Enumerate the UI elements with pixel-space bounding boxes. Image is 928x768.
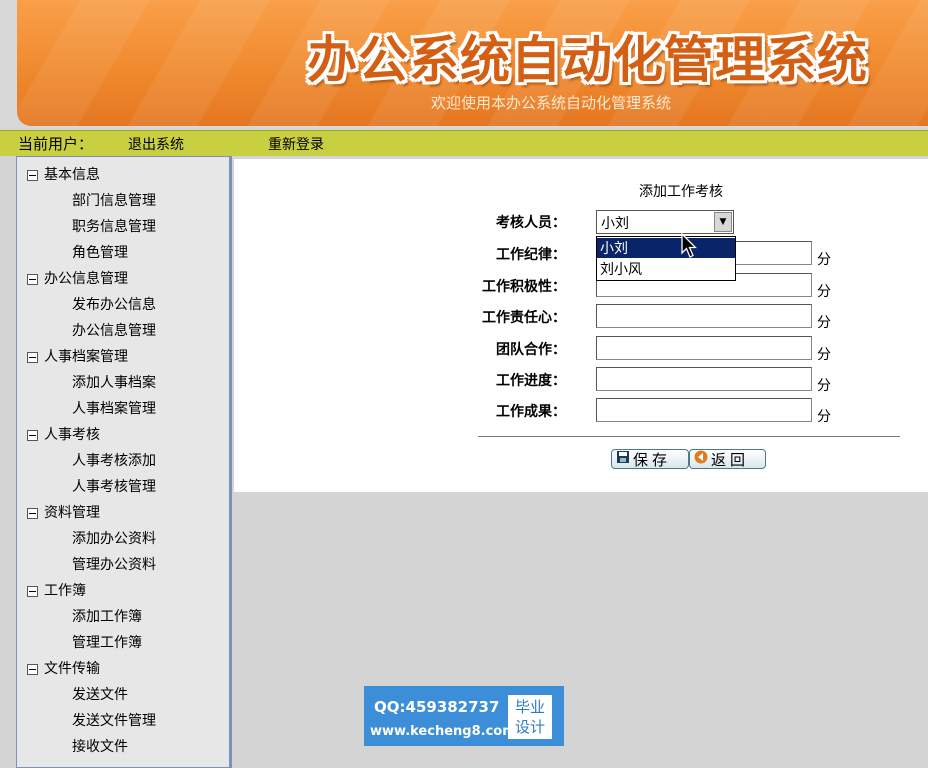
dropdown-option[interactable]: 刘小风 xyxy=(597,259,735,279)
nav-item-add-material[interactable]: 添加办公资料 xyxy=(72,528,156,548)
main-content: 添加工作考核 考核人员： 小刘 ▼ 工作纪律： 分 工作积极性： 分 工作责任心… xyxy=(234,159,928,492)
nav-item-role[interactable]: 角色管理 xyxy=(72,242,128,262)
badge-line-1: 毕业 xyxy=(514,698,545,716)
responsibility-score-input[interactable] xyxy=(596,304,812,328)
nav-group-workbook[interactable]: 工作簿 xyxy=(27,580,86,600)
nav-group-label: 办公信息管理 xyxy=(44,271,128,287)
reviewer-label: 考核人员： xyxy=(496,215,566,231)
nav-group-label: 工作簿 xyxy=(44,583,86,599)
collapse-minus-icon[interactable] xyxy=(27,429,38,441)
nav-group-file-transfer[interactable]: 文件传输 xyxy=(27,658,100,678)
form-divider xyxy=(478,436,900,438)
unit-label: 分 xyxy=(817,347,831,363)
teamwork-score-input[interactable] xyxy=(596,336,812,360)
nav-item-manage-review[interactable]: 人事考核管理 xyxy=(72,476,156,496)
mouse-pointer-icon xyxy=(681,233,697,258)
chevron-down-icon[interactable]: ▼ xyxy=(714,212,732,232)
nav-item-manage-info[interactable]: 办公信息管理 xyxy=(72,320,156,340)
nav-group-materials[interactable]: 资料管理 xyxy=(27,502,100,522)
form-title: 添加工作考核 xyxy=(639,184,723,200)
watermark-banner: QQ:459382737 www.kecheng8.com 毕业 设计 xyxy=(364,686,564,746)
nav-group-label: 人事档案管理 xyxy=(44,349,128,365)
floppy-disk-icon xyxy=(616,450,630,468)
collapse-minus-icon[interactable] xyxy=(27,351,38,363)
progress-score-input[interactable] xyxy=(596,367,812,391)
nav-group-label: 人事考核 xyxy=(44,427,100,443)
nav-group-label: 文件传输 xyxy=(44,661,100,677)
save-button-label: 保存 xyxy=(633,450,672,469)
nav-item-manage-material[interactable]: 管理办公资料 xyxy=(72,554,156,574)
badge-line-2: 设计 xyxy=(514,718,545,736)
watermark-badge: 毕业 设计 xyxy=(508,695,552,739)
nav-item-receive-file[interactable]: 接收文件 xyxy=(72,736,128,756)
nav-group-office-info[interactable]: 办公信息管理 xyxy=(27,268,128,288)
app-subtitle: 欢迎使用本办公系统自动化管理系统 xyxy=(431,94,672,112)
field-label-discipline: 工作纪律： xyxy=(496,247,566,263)
relogin-link[interactable]: 重新登录 xyxy=(268,134,324,154)
save-button[interactable]: 保存 xyxy=(611,449,689,469)
back-button[interactable]: 返回 xyxy=(689,449,766,469)
nav-item-send-file[interactable]: 发送文件 xyxy=(72,684,128,704)
field-label-results: 工作成果： xyxy=(496,404,566,420)
nav-item-department[interactable]: 部门信息管理 xyxy=(72,190,156,210)
watermark-url: www.kecheng8.com xyxy=(370,724,516,739)
nav-group-hr-review[interactable]: 人事考核 xyxy=(27,424,100,444)
nav-group-label: 基本信息 xyxy=(44,167,100,183)
nav-item-publish-info[interactable]: 发布办公信息 xyxy=(72,294,156,314)
nav-item-add-review[interactable]: 人事考核添加 xyxy=(72,450,156,470)
dropdown-option-selected[interactable]: 小刘 xyxy=(597,238,735,258)
nav-item-position[interactable]: 职务信息管理 xyxy=(72,216,156,236)
unit-label: 分 xyxy=(817,378,831,394)
logout-link[interactable]: 退出系统 xyxy=(128,134,184,154)
collapse-minus-icon[interactable] xyxy=(27,507,38,519)
banner-background: 办公系统自动化管理系统 欢迎使用本办公系统自动化管理系统 xyxy=(17,0,928,126)
back-arrow-icon xyxy=(694,450,708,468)
unit-label: 分 xyxy=(817,409,831,425)
nav-item-add-record[interactable]: 添加人事档案 xyxy=(72,372,156,392)
nav-item-add-workbook[interactable]: 添加工作簿 xyxy=(72,606,142,626)
unit-label: 分 xyxy=(817,284,831,300)
field-label-teamwork: 团队合作： xyxy=(496,342,566,358)
field-label-progress: 工作进度： xyxy=(496,373,566,389)
nav-group-hr-records[interactable]: 人事档案管理 xyxy=(27,346,128,366)
unit-label: 分 xyxy=(817,315,831,331)
reviewer-selected-value: 小刘 xyxy=(601,216,629,232)
nav-item-manage-sent-files[interactable]: 发送文件管理 xyxy=(72,710,156,730)
back-button-label: 返回 xyxy=(711,450,750,469)
collapse-minus-icon[interactable] xyxy=(27,585,38,597)
results-score-input[interactable] xyxy=(596,398,812,422)
nav-item-manage-workbook[interactable]: 管理工作簿 xyxy=(72,632,142,652)
app-title: 办公系统自动化管理系统 xyxy=(307,31,868,89)
header-banner: 办公系统自动化管理系统 欢迎使用本办公系统自动化管理系统 xyxy=(0,0,928,130)
current-user-label: 当前用户： xyxy=(18,135,94,153)
collapse-minus-icon[interactable] xyxy=(27,663,38,675)
nav-group-basic-info[interactable]: 基本信息 xyxy=(27,164,100,184)
sidebar-nav: 基本信息 部门信息管理 职务信息管理 角色管理 办公信息管理 发布办公信息 办公… xyxy=(16,156,232,768)
collapse-minus-icon[interactable] xyxy=(27,169,38,181)
field-label-initiative: 工作积极性： xyxy=(482,279,566,295)
unit-label: 分 xyxy=(817,252,831,268)
field-label-responsibility: 工作责任心： xyxy=(482,310,566,326)
nav-group-label: 资料管理 xyxy=(44,505,100,521)
collapse-minus-icon[interactable] xyxy=(27,273,38,285)
reviewer-dropdown-list: 小刘 刘小风 xyxy=(596,236,736,281)
user-bar: 当前用户： 退出系统 重新登录 xyxy=(0,130,928,156)
nav-item-manage-record[interactable]: 人事档案管理 xyxy=(72,398,156,418)
reviewer-select[interactable]: 小刘 ▼ xyxy=(596,210,734,234)
watermark-qq: QQ:459382737 xyxy=(374,698,500,716)
